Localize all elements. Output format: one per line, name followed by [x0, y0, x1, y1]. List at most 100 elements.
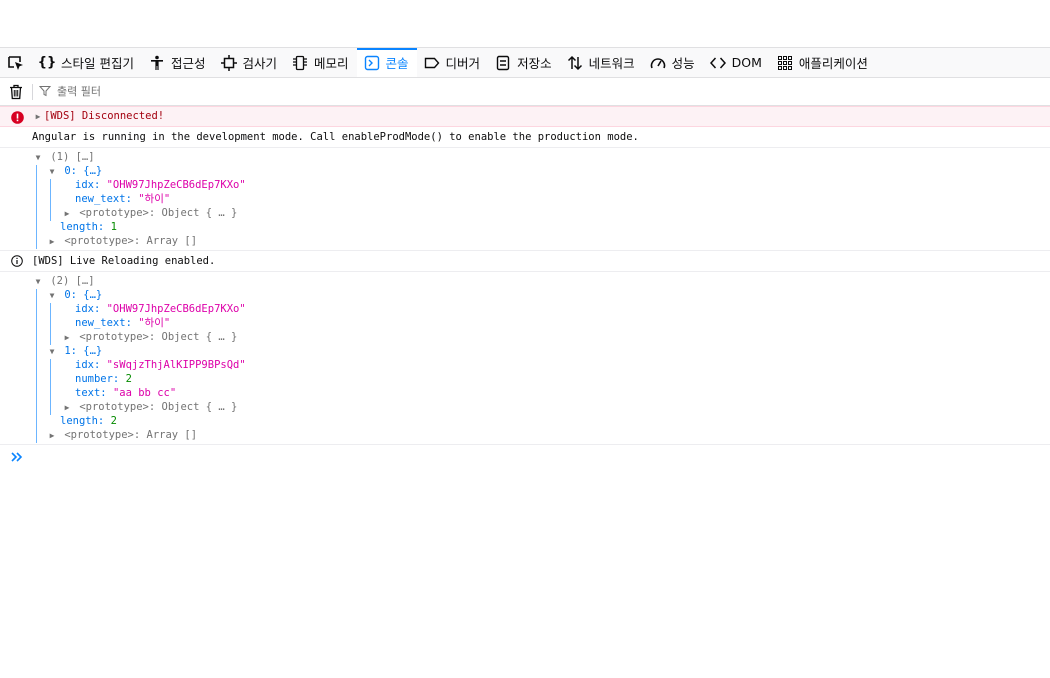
tab-inspector[interactable]: 검사기: [214, 48, 286, 77]
debugger-icon: [423, 54, 441, 72]
prop-value: "하이": [138, 317, 171, 329]
clear-console-button[interactable]: [0, 78, 32, 106]
collapse-arrow-icon[interactable]: ▼: [46, 289, 58, 303]
dom-icon: [709, 54, 727, 72]
accessibility-icon: [148, 54, 166, 72]
filter-icon: [39, 85, 53, 99]
console-log-message: Angular is running in the development mo…: [0, 127, 1050, 148]
prop-value: "OHW97JhpZeCB6dEp7KXo": [106, 303, 246, 315]
tab-debugger[interactable]: 디버거: [417, 48, 489, 77]
tree-row: new_text: "하이": [32, 192, 1050, 206]
expand-arrow-icon[interactable]: ▶: [61, 331, 73, 345]
tree-row: idx: "sWqjzThjAlKIPP9BPsQd": [32, 358, 1050, 372]
collapse-arrow-icon[interactable]: ▼: [46, 345, 58, 359]
tab-label: 스타일 편집기: [61, 56, 134, 71]
prop-value: "OHW97JhpZeCB6dEp7KXo": [106, 179, 246, 191]
console-input-prompt[interactable]: [0, 445, 1050, 469]
chip-icon: [220, 54, 238, 72]
tree-row: number: 2: [32, 372, 1050, 386]
tree-row: length: 1: [32, 220, 1050, 234]
tab-label: 저장소: [517, 56, 552, 71]
memory-icon: [291, 54, 309, 72]
collapse-arrow-icon[interactable]: ▼: [32, 275, 44, 289]
prop-value: 2: [125, 373, 132, 385]
item-summary: 0: {…}: [64, 165, 103, 177]
prompt-chevron-icon: [11, 452, 23, 462]
tree-row[interactable]: ▶ <prototype>: Object { … }: [32, 400, 1050, 414]
tab-dom[interactable]: DOM: [703, 48, 770, 77]
toolbar-separator: [32, 83, 33, 100]
item-summary: 0: {…}: [64, 289, 103, 301]
storage-icon: [494, 54, 512, 72]
element-picker-button[interactable]: [0, 48, 32, 77]
tree-row[interactable]: ▶ <prototype>: Array []: [32, 428, 1050, 442]
tab-storage[interactable]: 저장소: [488, 48, 560, 77]
tree-row[interactable]: ▼ 0: {…}: [32, 288, 1050, 302]
array-summary: (1) […]: [50, 151, 95, 163]
tab-console[interactable]: 콘솔: [356, 48, 417, 77]
tree-row[interactable]: ▶ <prototype>: Array []: [32, 234, 1050, 248]
tab-label: 콘솔: [385, 56, 409, 71]
tree-row[interactable]: ▼ 0: {…}: [32, 164, 1050, 178]
error-icon: [10, 110, 24, 124]
prototype-entry: <prototype>: Object { … }: [79, 207, 238, 219]
console-object-tree: ▼ (1) […] ▼ 0: {…} idx: "OHW97JhpZeCB6dE…: [0, 148, 1050, 251]
array-summary: (2) […]: [50, 275, 95, 287]
prop-key: idx:: [75, 359, 107, 371]
tab-label: DOM: [731, 55, 762, 70]
filter-input[interactable]: [57, 85, 417, 98]
expand-arrow-icon[interactable]: ▶: [61, 401, 73, 415]
tab-performance[interactable]: 성능: [643, 48, 703, 77]
picker-icon: [8, 55, 23, 70]
tree-row: text: "aa bb cc": [32, 386, 1050, 400]
expand-arrow-icon[interactable]: ▶: [46, 429, 58, 443]
tree-row: idx: "OHW97JhpZeCB6dEp7KXo": [32, 302, 1050, 316]
tab-label: 애플리케이션: [798, 56, 868, 71]
tree-row[interactable]: ▶ <prototype>: Object { … }: [32, 330, 1050, 344]
tab-application[interactable]: 애플리케이션: [770, 48, 876, 77]
prop-key: idx:: [75, 303, 107, 315]
expand-arrow-icon[interactable]: ▶: [46, 235, 58, 249]
tab-accessibility[interactable]: 접근성: [142, 48, 214, 77]
tab-label: 접근성: [170, 56, 206, 71]
performance-icon: [649, 54, 667, 72]
tree-row: new_text: "하이": [32, 316, 1050, 330]
console-output: ▶ [WDS] Disconnected! Angular is running …: [0, 106, 1050, 469]
tab-style-editor[interactable]: {} 스타일 편집기: [32, 48, 142, 77]
console-error-message[interactable]: ▶ [WDS] Disconnected!: [0, 106, 1050, 127]
devtools-toolbar: {} 스타일 편집기 접근성 검사기 메모리 콘솔 디버거 저장소 네트워크 성…: [0, 48, 1050, 78]
trash-icon: [10, 84, 22, 99]
prop-value: "aa bb cc": [112, 387, 177, 399]
prop-key: length:: [60, 415, 111, 427]
tree-row[interactable]: ▼ 1: {…}: [32, 344, 1050, 358]
prop-value: 2: [110, 415, 117, 427]
expand-arrow-icon[interactable]: ▶: [61, 207, 73, 221]
filter-field[interactable]: [39, 81, 439, 103]
tab-label: 메모리: [314, 56, 349, 71]
prop-key: new_text:: [75, 193, 139, 205]
error-text: [WDS] Disconnected!: [44, 110, 165, 122]
expand-arrow-icon[interactable]: ▶: [32, 107, 44, 126]
prop-value: 1: [110, 221, 117, 233]
tab-memory[interactable]: 메모리: [285, 48, 357, 77]
tree-row: length: 2: [32, 414, 1050, 428]
tab-network[interactable]: 네트워크: [560, 48, 643, 77]
console-icon: [363, 54, 381, 72]
tree-row[interactable]: ▼ (1) […]: [32, 150, 1050, 164]
log-text: Angular is running in the development mo…: [32, 131, 639, 143]
prototype-entry: <prototype>: Object { … }: [79, 331, 238, 343]
prototype-entry: <prototype>: Object { … }: [79, 401, 238, 413]
prop-value: "sWqjzThjAlKIPP9BPsQd": [106, 359, 246, 371]
prop-key: number:: [75, 373, 126, 385]
tab-label: 검사기: [242, 56, 278, 71]
prototype-entry: <prototype>: Array []: [64, 429, 198, 441]
collapse-arrow-icon[interactable]: ▼: [32, 151, 44, 165]
prototype-entry: <prototype>: Array []: [64, 235, 198, 247]
braces-icon: {}: [37, 55, 57, 70]
tree-row[interactable]: ▼ (2) […]: [32, 274, 1050, 288]
prop-key: length:: [60, 221, 111, 233]
network-icon: [566, 54, 584, 72]
tree-row[interactable]: ▶ <prototype>: Object { … }: [32, 206, 1050, 220]
console-info-message: [WDS] Live Reloading enabled.: [0, 251, 1050, 272]
collapse-arrow-icon[interactable]: ▼: [46, 165, 58, 179]
